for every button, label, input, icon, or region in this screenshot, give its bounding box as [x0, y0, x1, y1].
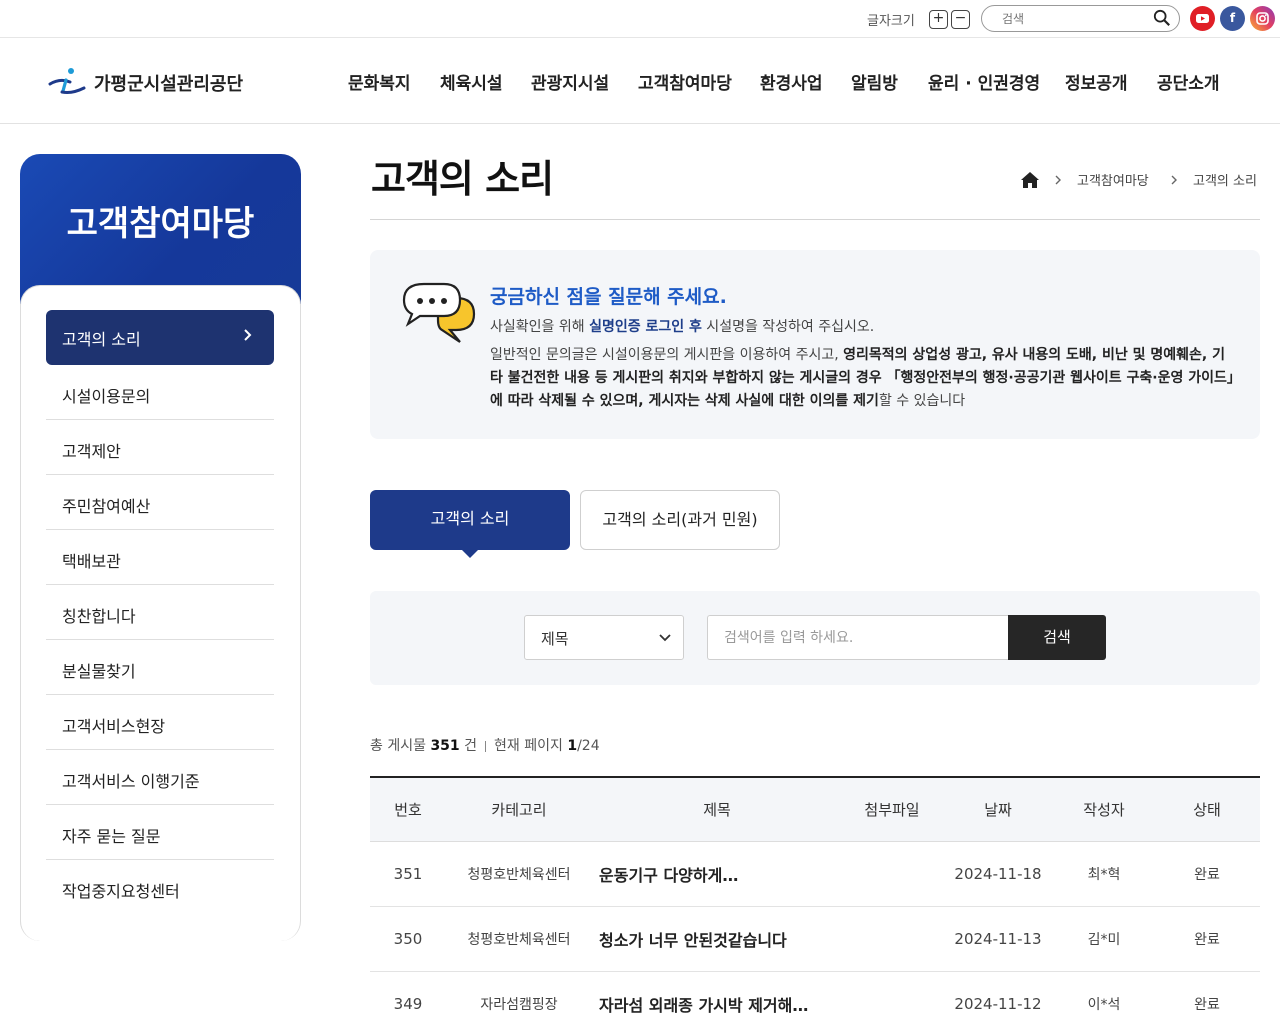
logo-mark-icon [48, 68, 86, 94]
font-size-increase-button[interactable]: + [929, 10, 948, 29]
cell-writer: 최*혁 [1087, 867, 1121, 883]
logo-text: 가평군시설관리공단 [94, 74, 244, 95]
sidebar-title: 고객참여마당 [66, 204, 255, 244]
font-size-decrease-button[interactable]: − [951, 10, 970, 29]
chevron-right-icon [1171, 175, 1177, 185]
tab-active-pointer [461, 549, 479, 558]
nav-item-notice[interactable]: 알림방 [851, 69, 898, 94]
search-button[interactable]: 검색 [1008, 615, 1106, 660]
cell-title-link[interactable]: 자라섬 외래종 가시박 제거해… [592, 972, 922, 1024]
notice-title: 궁금하신 점을 질문해 주세요. [490, 286, 727, 308]
speech-bubble-icon [402, 282, 476, 343]
sidebar-item-label: 고객서비스현장 [62, 717, 166, 736]
search-field-select[interactable]: 제목 [524, 615, 684, 660]
top-search-box [981, 5, 1180, 32]
breadcrumb-item[interactable]: 고객참여마당 [1077, 170, 1149, 189]
sidebar-item-suggestion[interactable]: 고객제안 [46, 420, 274, 475]
table-header: 번호 카테고리 제목 첨부파일 날짜 작성자 상태 [370, 778, 1260, 842]
sidebar-item-lost-found[interactable]: 분실물찾기 [46, 640, 274, 695]
sidebar-item-label: 작업중지요청센터 [62, 882, 180, 901]
sidebar-item-label: 고객제안 [62, 442, 121, 461]
nav-item-culture-welfare[interactable]: 문화복지 [348, 69, 411, 94]
nav-item-environment[interactable]: 환경사업 [760, 69, 823, 94]
sidebar-item-label: 주민참여예산 [62, 497, 151, 516]
chevron-right-icon [244, 329, 252, 341]
notice-line1: 사실확인을 위해 실명인증 로그인 후 시설명을 작성하여 주십시오. [490, 319, 875, 335]
column-header: 작성자 [1083, 801, 1125, 819]
sidebar-item-label: 시설이용문의 [62, 387, 151, 406]
cell-category: 청평호반체육센터 [467, 932, 571, 948]
table-row[interactable]: 350 청평호반체육센터 청소가 너무 안된것같습니다 2024-11-13 김… [370, 907, 1260, 972]
facebook-icon[interactable]: f [1220, 6, 1245, 31]
cell-title-link[interactable]: 청소가 너무 안된것같습니다 [592, 907, 922, 971]
chevron-right-icon [1055, 175, 1061, 185]
sidebar-item-label: 칭찬합니다 [62, 607, 136, 626]
column-header: 첨부파일 [864, 801, 920, 819]
page-title: 고객의 소리 [371, 157, 554, 201]
sidebar-item-service-status[interactable]: 고객서비스현장 [46, 695, 274, 750]
column-header: 제목 [703, 801, 731, 819]
select-value: 제목 [541, 630, 569, 648]
table-row[interactable]: 349 자라섬캠핑장 자라섬 외래종 가시박 제거해… 2024-11-12 이… [370, 972, 1260, 1024]
nav-item-tourism-facilities[interactable]: 관광지시설 [531, 69, 609, 94]
sidebar-item-work-stop[interactable]: 작업중지요청센터 [46, 860, 274, 915]
sidebar-item-service-standard[interactable]: 고객서비스 이행기준 [46, 750, 274, 805]
cell-number: 350 [393, 930, 423, 948]
nav-item-sports-facilities[interactable]: 체육시설 [440, 69, 503, 94]
tab-customer-voice[interactable]: 고객의 소리 [370, 490, 570, 550]
post-table: 번호 카테고리 제목 첨부파일 날짜 작성자 상태 351 청평호반체육센터 운… [370, 776, 1260, 1024]
utility-bar: 글자크기 + − f [0, 0, 1280, 38]
sidebar-item-label: 고객서비스 이행기준 [62, 772, 200, 791]
cell-state: 완료 [1194, 932, 1220, 948]
cell-state: 완료 [1194, 867, 1220, 883]
notice-paragraph: 일반적인 문의글은 시설이용문의 게시판을 이용하여 주시고, 영리목적의 상업… [490, 347, 1234, 409]
column-header: 날짜 [984, 801, 1012, 819]
sidebar-item-customer-voice[interactable]: 고객의 소리 [46, 310, 274, 365]
tab-customer-voice-past[interactable]: 고객의 소리(과거 민원) [580, 490, 780, 550]
sidebar-item-label: 자주 묻는 질문 [62, 827, 161, 846]
post-count: 총 게시물 351 건 현재 페이지 1/24 [370, 738, 600, 754]
site-header: 가평군시설관리공단 문화복지 체육시설 관광지시설 고객참여마당 환경사업 알림… [0, 38, 1280, 124]
nav-item-about[interactable]: 공단소개 [1157, 69, 1220, 94]
font-size-label: 글자크기 [867, 14, 915, 29]
sidebar-item-faq[interactable]: 자주 묻는 질문 [46, 805, 274, 860]
sidebar-item-compliment[interactable]: 칭찬합니다 [46, 585, 274, 640]
sidebar-item-facility-inquiry[interactable]: 시설이용문의 [46, 365, 274, 420]
cell-state: 완료 [1194, 997, 1220, 1013]
notice-box: 궁금하신 점을 질문해 주세요. 사실확인을 위해 실명인증 로그인 후 시설명… [370, 250, 1260, 439]
cell-category: 자라섬캠핑장 [480, 997, 558, 1013]
youtube-icon[interactable] [1190, 6, 1215, 31]
sidebar-item-parcel[interactable]: 택배보관 [46, 530, 274, 585]
nav-item-ethics[interactable]: 윤리 · 인권경영 [928, 69, 1040, 94]
sidebar-item-label: 택배보관 [62, 552, 121, 571]
cell-number: 349 [393, 995, 423, 1013]
cell-date: 2024-11-13 [954, 930, 1042, 948]
instagram-icon[interactable] [1250, 6, 1275, 31]
home-icon[interactable] [1020, 171, 1040, 189]
search-icon[interactable] [1153, 9, 1171, 27]
column-header: 번호 [394, 801, 422, 819]
top-search-input[interactable] [1002, 9, 1152, 29]
sidebar-item-label: 고객의 소리 [62, 330, 141, 349]
cell-writer: 이*석 [1087, 997, 1121, 1013]
breadcrumb-current: 고객의 소리 [1193, 174, 1257, 189]
search-input[interactable] [707, 615, 1009, 660]
sidebar-item-label: 분실물찾기 [62, 662, 136, 681]
chevron-down-icon [659, 634, 671, 642]
column-header: 상태 [1193, 801, 1221, 819]
column-header: 카테고리 [491, 801, 547, 819]
cell-writer: 김*미 [1087, 932, 1121, 948]
nav-item-disclosure[interactable]: 정보공개 [1065, 69, 1128, 94]
cell-title-link[interactable]: 운동기구 다양하게… [592, 842, 922, 906]
cell-date: 2024-11-12 [954, 995, 1042, 1013]
nav-item-customer-participation[interactable]: 고객참여마당 [638, 69, 732, 94]
sidebar-header: 고객참여마당 [20, 154, 301, 304]
table-row[interactable]: 351 청평호반체육센터 운동기구 다양하게… 2024-11-18 최*혁 완… [370, 842, 1260, 907]
cell-category: 청평호반체육센터 [467, 867, 571, 883]
title-divider [370, 219, 1260, 220]
sidebar-item-budget[interactable]: 주민참여예산 [46, 475, 274, 530]
cell-number: 351 [393, 865, 423, 883]
cell-date: 2024-11-18 [954, 865, 1042, 883]
